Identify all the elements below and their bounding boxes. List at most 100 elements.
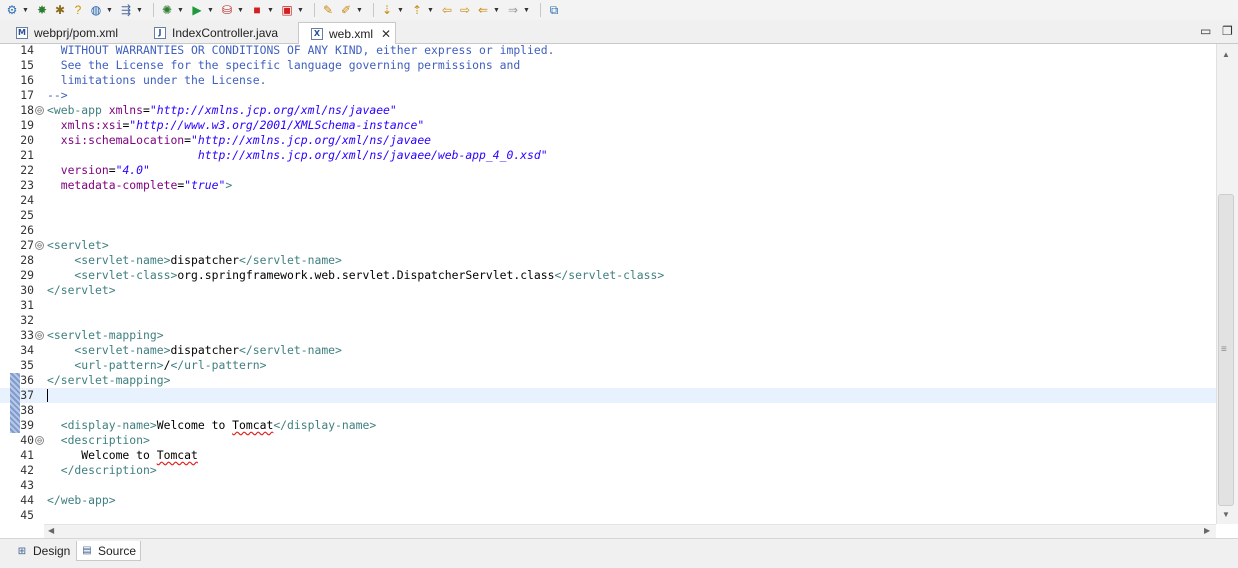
code-token: <servlet-name> — [47, 253, 171, 267]
run-icon[interactable]: ▶ — [189, 3, 205, 17]
code-line[interactable]: 27 ⊖ <servlet> — [0, 238, 1216, 253]
back-icon[interactable]: ⇐ — [475, 3, 491, 17]
external-tools-icon[interactable]: ⇶ — [118, 3, 134, 17]
settings-dropdown[interactable]: ▼ — [22, 3, 29, 17]
tab-web-xml[interactable]: X web.xml ✕ — [298, 22, 396, 45]
code-line[interactable]: 45 — [0, 508, 1216, 523]
scroll-left-icon[interactable]: ◀ — [48, 526, 54, 535]
run-dropdown[interactable]: ▼ — [207, 3, 214, 17]
fold-toggle-icon[interactable]: ⊖ — [35, 241, 44, 250]
stop-icon[interactable]: ■ — [249, 3, 265, 17]
change-marker — [10, 373, 20, 433]
minimize-icon[interactable]: ▭ — [1200, 24, 1211, 38]
debug-dropdown[interactable]: ▼ — [177, 3, 184, 17]
forward-icon[interactable]: ⇒ — [505, 3, 521, 17]
new-window-icon[interactable]: ⧉ — [546, 3, 562, 17]
code-line[interactable]: 40 ⊖ <description> — [0, 433, 1216, 448]
code-line[interactable]: 38 — [0, 403, 1216, 418]
code-line[interactable]: 20 xsi:schemaLocation="http://xmlns.jcp.… — [0, 133, 1216, 148]
tab-pom-xml[interactable]: M webprj/pom.xml — [2, 22, 118, 44]
open-icon[interactable]: ✎ — [320, 3, 336, 17]
tab-design[interactable]: ⊞ Design — [12, 541, 74, 561]
line-number: 17 — [20, 88, 34, 102]
fold-toggle-icon[interactable]: ⊖ — [35, 106, 44, 115]
server-icon[interactable]: ⛁ — [219, 3, 235, 17]
horizontal-scrollbar[interactable]: ◀ ▶ — [44, 524, 1216, 538]
code-content: <url-pattern>/</url-pattern> — [47, 358, 266, 373]
code-line[interactable]: 36 </servlet-mapping> — [0, 373, 1216, 388]
debug-icon[interactable]: ✺ — [159, 3, 175, 17]
back-dropdown[interactable]: ▼ — [493, 3, 500, 17]
code-line[interactable]: 18 ⊖ <web-app xmlns="http://xmlns.jcp.org/… — [0, 103, 1216, 118]
line-number: 27 — [20, 238, 34, 252]
help-icon[interactable]: ? — [70, 3, 86, 17]
code-line[interactable]: 24 — [0, 193, 1216, 208]
prev-annotation-icon[interactable]: ⇡ — [409, 3, 425, 17]
code-line[interactable]: 21 http://xmlns.jcp.org/xml/ns/javaee/we… — [0, 148, 1216, 163]
code-line[interactable]: 31 — [0, 298, 1216, 313]
code-line[interactable]: 16 limitations under the License. — [0, 73, 1216, 88]
link-icon[interactable]: ✐ — [338, 3, 354, 17]
code-line[interactable]: 30 </servlet> — [0, 283, 1216, 298]
code-line[interactable]: 37 — [0, 388, 1216, 403]
fold-toggle-icon[interactable]: ⊖ — [35, 436, 44, 445]
toolbar-separator — [153, 3, 154, 17]
external-tools-dropdown[interactable]: ▼ — [136, 3, 143, 17]
toolbar-separator — [540, 3, 541, 17]
editor-tabbar: M webprj/pom.xml J IndexController.java … — [0, 20, 1238, 45]
code-token: </display-name> — [273, 418, 377, 432]
code-line[interactable]: 43 — [0, 478, 1216, 493]
link-dropdown[interactable]: ▼ — [356, 3, 363, 17]
code-token: </servlet-mapping> — [47, 373, 171, 387]
globe-dropdown[interactable]: ▼ — [106, 3, 113, 17]
vertical-scrollbar[interactable]: ▲ ≡ ▼ — [1216, 44, 1238, 524]
xml-source-editor[interactable]: 14 WITHOUT WARRANTIES OR CONDITIONS OF A… — [0, 44, 1216, 524]
tab-source[interactable]: ▤ Source — [76, 541, 142, 561]
last-edit-forward-icon[interactable]: ⇨ — [457, 3, 473, 17]
scroll-right-icon[interactable]: ▶ — [1204, 526, 1210, 535]
code-line[interactable]: 17 --> — [0, 88, 1216, 103]
close-icon[interactable]: ✕ — [381, 27, 391, 41]
code-content: <servlet-name>dispatcher</servlet-name> — [47, 343, 341, 358]
tab-index-controller[interactable]: J IndexController.java — [140, 22, 278, 44]
next-annotation-icon[interactable]: ⇣ — [379, 3, 395, 17]
code-token: </description> — [47, 463, 157, 477]
forward-dropdown[interactable]: ▼ — [523, 3, 530, 17]
code-line[interactable]: 25 — [0, 208, 1216, 223]
server-dropdown[interactable]: ▼ — [237, 3, 244, 17]
last-edit-icon[interactable]: ⇦ — [439, 3, 455, 17]
code-line[interactable]: 44 </web-app> — [0, 493, 1216, 508]
build-icon[interactable]: ✸ — [34, 3, 50, 17]
bug-icon[interactable]: ✱ — [52, 3, 68, 17]
scroll-down-icon[interactable]: ▼ — [1222, 510, 1230, 519]
code-line[interactable]: 15 See the License for the specific lang… — [0, 58, 1216, 73]
settings-icon[interactable]: ⚙ — [4, 3, 20, 17]
code-token: <servlet> — [47, 238, 109, 252]
code-line[interactable]: 41 Welcome to Tomcat — [0, 448, 1216, 463]
code-line[interactable]: 26 — [0, 223, 1216, 238]
code-line[interactable]: 32 — [0, 313, 1216, 328]
code-line[interactable]: 22 version="4.0" — [0, 163, 1216, 178]
code-line[interactable]: 34 <servlet-name>dispatcher</servlet-nam… — [0, 343, 1216, 358]
fold-toggle-icon[interactable]: ⊖ — [35, 331, 44, 340]
line-number: 15 — [20, 58, 34, 72]
code-line[interactable]: 28 <servlet-name>dispatcher</servlet-nam… — [0, 253, 1216, 268]
deploy-dropdown[interactable]: ▼ — [297, 3, 304, 17]
globe-icon[interactable]: ◍ — [88, 3, 104, 17]
tab-label: Source — [98, 543, 137, 558]
prev-annotation-dropdown[interactable]: ▼ — [427, 3, 434, 17]
code-token: "http://xmlns.jcp.org/xml/ns/javaee" — [149, 103, 397, 117]
scroll-up-icon[interactable]: ▲ — [1222, 50, 1230, 59]
code-line[interactable]: 33 ⊖ <servlet-mapping> — [0, 328, 1216, 343]
code-line[interactable]: 39 <display-name>Welcome to Tomcat</disp… — [0, 418, 1216, 433]
code-line[interactable]: 23 metadata-complete="true"> — [0, 178, 1216, 193]
stop-dropdown[interactable]: ▼ — [267, 3, 274, 17]
code-line[interactable]: 29 <servlet-class>org.springframework.we… — [0, 268, 1216, 283]
deploy-icon[interactable]: ▣ — [279, 3, 295, 17]
code-line[interactable]: 14 WITHOUT WARRANTIES OR CONDITIONS OF A… — [0, 44, 1216, 58]
code-line[interactable]: 42 </description> — [0, 463, 1216, 478]
code-line[interactable]: 35 <url-pattern>/</url-pattern> — [0, 358, 1216, 373]
maximize-icon[interactable]: ❐ — [1222, 24, 1233, 38]
next-annotation-dropdown[interactable]: ▼ — [397, 3, 404, 17]
code-line[interactable]: 19 xmlns:xsi="http://www.w3.org/2001/XML… — [0, 118, 1216, 133]
